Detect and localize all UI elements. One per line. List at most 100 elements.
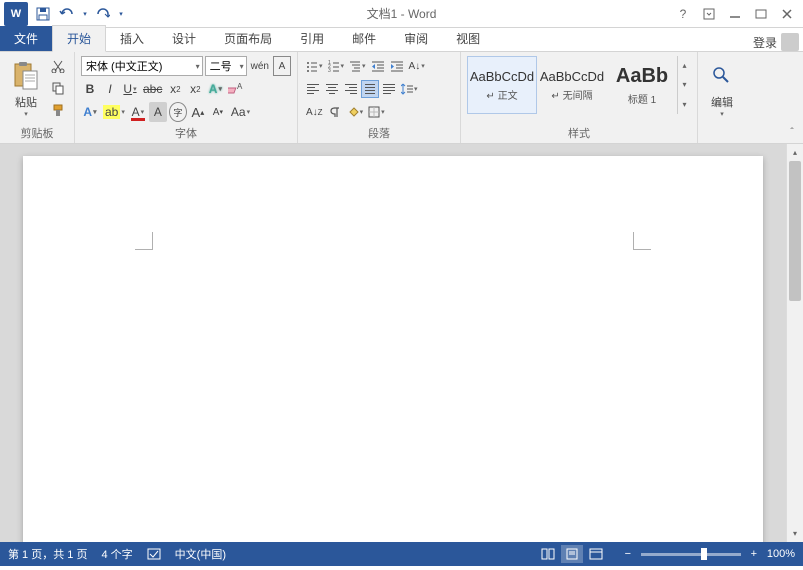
svg-text:3: 3 — [328, 68, 331, 72]
undo-button[interactable] — [56, 3, 78, 25]
text-effects-button[interactable]: A — [206, 79, 224, 99]
format-painter-button[interactable] — [48, 100, 68, 120]
status-bar: 第 1 页，共 1 页 4 个字 中文(中国) − + 100% — [0, 542, 803, 566]
scroll-up-button[interactable]: ▴ — [787, 144, 803, 161]
tab-mailings[interactable]: 邮件 — [338, 26, 390, 51]
borders-button[interactable] — [366, 102, 387, 122]
margin-mark-icon — [135, 232, 153, 250]
font-name-combo[interactable]: 宋体 (中文正文) ▾ — [81, 56, 203, 76]
zoom-out-button[interactable]: − — [621, 548, 635, 560]
vertical-scrollbar[interactable]: ▴ ▾ — [786, 144, 803, 542]
style-normal[interactable]: AaBbCcDd ↵ 正文 — [467, 56, 537, 114]
tab-references[interactable]: 引用 — [286, 26, 338, 51]
minimize-button[interactable] — [723, 4, 747, 24]
style-scroll-down[interactable]: ▾ — [678, 75, 691, 94]
style-heading1[interactable]: AaBb 标题 1 — [607, 56, 677, 114]
enclose-char-button[interactable]: 字 — [169, 102, 187, 122]
help-button[interactable]: ? — [671, 4, 695, 24]
align-center-button[interactable] — [323, 80, 341, 98]
sort-button[interactable]: A↓Z — [304, 102, 325, 122]
char-scale-button[interactable]: A — [149, 102, 167, 122]
distribute-button[interactable] — [380, 80, 398, 98]
view-buttons — [537, 545, 607, 563]
tab-view[interactable]: 视图 — [442, 26, 494, 51]
page-scroll-area[interactable] — [0, 144, 786, 542]
italic-button[interactable]: I — [101, 79, 119, 99]
strikethrough-button[interactable]: abc — [141, 79, 164, 99]
font-color-button[interactable]: A — [129, 102, 147, 122]
login-label: 登录 — [753, 34, 777, 51]
maximize-button[interactable] — [749, 4, 773, 24]
show-marks-button[interactable] — [326, 102, 344, 122]
shading-button[interactable] — [345, 102, 366, 122]
chevron-down-icon: ▾ — [240, 62, 244, 71]
justify-button[interactable] — [361, 80, 379, 98]
tab-review[interactable]: 审阅 — [390, 26, 442, 51]
underline-button[interactable]: U — [121, 79, 139, 99]
zoom-level[interactable]: 100% — [767, 548, 795, 560]
shrink-font-button[interactable]: A▾ — [209, 102, 227, 122]
inc-indent-button[interactable] — [388, 56, 406, 76]
scroll-down-button[interactable]: ▾ — [787, 525, 803, 542]
login-button[interactable]: 登录 — [753, 33, 799, 51]
document-page[interactable] — [23, 156, 763, 542]
bold-button[interactable]: B — [81, 79, 99, 99]
find-icon — [706, 60, 738, 92]
subscript-button[interactable]: x2 — [166, 79, 184, 99]
clear-format-button[interactable]: A — [226, 79, 246, 99]
char-border-button[interactable]: A — [273, 56, 291, 76]
page-count[interactable]: 第 1 页，共 1 页 — [8, 546, 87, 562]
bullets-button[interactable] — [304, 56, 325, 76]
tab-design[interactable]: 设计 — [158, 26, 210, 51]
qat-customize[interactable]: ▾ — [116, 3, 126, 25]
language-status[interactable]: 中文(中国) — [175, 546, 226, 562]
font-size-combo[interactable]: 二号 ▾ — [205, 56, 247, 76]
style-gallery-more[interactable]: ▾ — [678, 95, 691, 114]
word-count[interactable]: 4 个字 — [101, 546, 132, 562]
collapse-ribbon-button[interactable]: ˆ — [785, 125, 799, 139]
align-left-button[interactable] — [304, 80, 322, 98]
zoom-slider[interactable] — [641, 553, 741, 556]
tab-layout[interactable]: 页面布局 — [210, 26, 286, 51]
paste-icon — [10, 60, 42, 92]
align-right-button[interactable] — [342, 80, 360, 98]
grow-font-button[interactable]: A▴ — [189, 102, 207, 122]
chevron-down-icon: ▾ — [196, 62, 200, 71]
web-layout-button[interactable] — [585, 545, 607, 563]
superscript-button[interactable]: x2 — [186, 79, 204, 99]
numbering-button[interactable]: 123 — [326, 56, 347, 76]
read-mode-button[interactable] — [537, 545, 559, 563]
close-button[interactable] — [775, 4, 799, 24]
text-direction-button[interactable]: A↓ — [407, 56, 427, 76]
window-title: 文档1 - Word — [367, 5, 437, 22]
dec-indent-button[interactable] — [369, 56, 387, 76]
scroll-track[interactable] — [787, 161, 803, 525]
tab-home[interactable]: 开始 — [52, 25, 106, 52]
group-clipboard: 粘贴 ▾ 剪贴板 — [0, 52, 75, 143]
print-layout-button[interactable] — [561, 545, 583, 563]
multilevel-button[interactable] — [347, 56, 368, 76]
proofing-status[interactable] — [147, 547, 161, 561]
ribbon-options-button[interactable] — [697, 4, 721, 24]
group-styles: AaBbCcDd ↵ 正文 AaBbCcDd ↵ 无间隔 AaBb 标题 1 ▴… — [461, 52, 698, 143]
highlight-button[interactable]: ab — [101, 102, 127, 122]
cut-button[interactable] — [48, 56, 68, 76]
save-button[interactable] — [32, 3, 54, 25]
style-name: ↵ 无间隔 — [551, 87, 592, 102]
zoom-in-button[interactable]: + — [747, 548, 761, 560]
copy-button[interactable] — [48, 78, 68, 98]
redo-button[interactable] — [92, 3, 114, 25]
editing-button[interactable]: 编辑 ▾ — [704, 56, 740, 122]
change-case-button[interactable]: Aa — [229, 102, 252, 122]
paste-button[interactable]: 粘贴 ▾ — [6, 56, 46, 122]
tab-insert[interactable]: 插入 — [106, 26, 158, 51]
line-spacing-button[interactable] — [399, 79, 420, 99]
style-no-spacing[interactable]: AaBbCcDd ↵ 无间隔 — [537, 56, 607, 114]
char-shading-button[interactable]: A — [81, 102, 99, 122]
zoom-handle[interactable] — [701, 548, 707, 560]
scroll-thumb[interactable] — [789, 161, 801, 301]
style-scroll-up[interactable]: ▴ — [678, 56, 691, 75]
phonetic-guide-button[interactable]: wén — [249, 56, 271, 76]
tab-file[interactable]: 文件 — [0, 26, 52, 51]
undo-dropdown[interactable]: ▾ — [80, 3, 90, 25]
